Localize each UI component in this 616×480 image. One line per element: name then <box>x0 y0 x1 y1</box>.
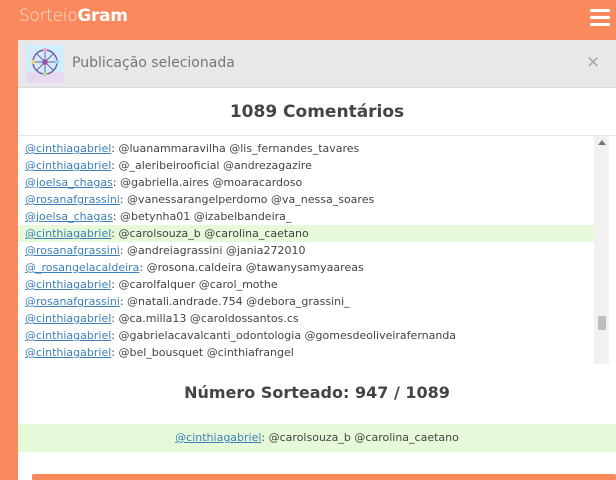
drawn-number: Número Sorteado: 947 / 1089 <box>184 383 450 402</box>
comment-user-link[interactable]: @cinthiagabriel <box>25 142 111 155</box>
comments-scrollbar[interactable] <box>594 136 609 364</box>
brand-light: Sorteio <box>19 6 78 26</box>
comment-user-link[interactable]: @cinthiagabriel <box>25 278 111 291</box>
comment-user-link[interactable]: @joelsa_chagas <box>25 210 113 223</box>
comment-row: @cinthiagabriel: @ca.milla13 @caroldossa… <box>18 310 594 327</box>
comment-row: @_rosangelacaldeira: @rosona.caldeira @t… <box>18 259 594 276</box>
comment-row: @cinthiagabriel: @bel_bousquet @cinthiaf… <box>18 344 594 361</box>
comment-text: : @gabriella.aires @moaracardoso <box>112 176 303 189</box>
scroll-up-arrow-icon[interactable] <box>598 140 606 145</box>
brand-bold: Gram <box>77 6 128 26</box>
comment-user-link[interactable]: @cinthiagabriel <box>25 312 111 325</box>
comment-text: : @natali.andrade.754 @debora_grassini_ <box>119 295 350 308</box>
close-icon[interactable]: ✕ <box>586 53 600 73</box>
comment-row: @joelsa_chagas: @betynha01 @izabelbandei… <box>18 208 594 225</box>
comment-row: @cinthiagabriel: @carolsouza_b @carolina… <box>18 225 594 242</box>
winner-comment-text: : @carolsouza_b @carolina_caetano <box>261 431 459 444</box>
winner-comment: @cinthiagabriel: @carolsouza_b @carolina… <box>18 424 616 452</box>
comment-row: @cinthiagabriel: @carolfalquer @carol_mo… <box>18 276 594 293</box>
panel-title: Publicação selecionada <box>72 55 235 71</box>
comment-row: @cinthiagabriel: @_aleribeirooficial @an… <box>18 157 594 174</box>
comment-text: : @betynha01 @izabelbandeira_ <box>112 210 292 223</box>
comment-text: : @rosona.caldeira @tawanysamyaareas <box>139 261 364 274</box>
comment-row: @rosanafgrassini: @vanessarangelperdomo … <box>18 191 594 208</box>
comment-row: @cinthiagabriel: @gabrielacavalcanti_odo… <box>18 327 594 344</box>
hamburger-menu-icon[interactable] <box>590 9 610 28</box>
comment-text: : @vanessarangelperdomo @va_nessa_soares <box>119 193 375 206</box>
top-bar: SorteioGram <box>0 0 616 38</box>
comment-user-link[interactable]: @cinthiagabriel <box>25 346 111 359</box>
comment-user-link[interactable]: @rosanafgrassini <box>25 193 120 206</box>
comment-text: : @carolsouza_b @carolina_caetano <box>111 227 309 240</box>
comment-row: @joelsa_chagas: @gabriella.aires @moarac… <box>18 174 594 191</box>
comment-user-link[interactable]: @cinthiagabriel <box>25 329 111 342</box>
comment-row: @cinthiagabriel: @luanammaravilha @lis_f… <box>18 140 594 157</box>
panel-header: Publicação selecionada ✕ <box>18 40 616 88</box>
comment-row: @luizafernanda90: @luizafernanda @carolm… <box>18 361 594 364</box>
comment-text: : @ca.milla13 @caroldossantos.cs <box>111 312 299 325</box>
selected-post-panel: Publicação selecionada ✕ 1089 Comentário… <box>18 40 616 480</box>
comment-user-link[interactable]: @cinthiagabriel <box>25 159 111 172</box>
brand-logo[interactable]: SorteioGram <box>19 6 128 26</box>
comment-user-link[interactable]: @_rosangelacaldeira <box>25 261 139 274</box>
comment-user-link[interactable]: @joelsa_chagas <box>25 176 113 189</box>
comment-user-link[interactable]: @cinthiagabriel <box>25 227 111 240</box>
action-button[interactable] <box>32 474 616 480</box>
comment-text: : @gabrielacavalcanti_odontologia @gomes… <box>111 329 457 342</box>
comments-count-title: 1089 Comentários <box>229 102 405 122</box>
comment-text: : @andreiagrassini @jania272010 <box>119 244 306 257</box>
comments-rows: @cinthiagabriel: @luanammaravilha @lis_f… <box>18 140 594 364</box>
scrollbar-thumb[interactable] <box>598 316 606 330</box>
comment-row: @rosanafgrassini: @andreiagrassini @jani… <box>18 242 594 259</box>
comments-list[interactable]: @cinthiagabriel: @luanammaravilha @lis_f… <box>18 135 616 364</box>
comment-user-link[interactable]: @rosanafgrassini <box>25 295 120 308</box>
comment-user-link[interactable]: @luizafernanda90 <box>25 363 125 364</box>
winner-user-link[interactable]: @cinthiagabriel <box>175 431 261 444</box>
comment-text: : @carolfalquer @carol_mothe <box>111 278 278 291</box>
comment-text: : @_aleribeirooficial @andrezagazire <box>111 159 312 172</box>
post-thumbnail <box>26 45 64 83</box>
comment-text: : @luizafernanda @carolmb5247 <box>125 363 305 364</box>
comment-user-link[interactable]: @rosanafgrassini <box>25 244 120 257</box>
comment-row: @rosanafgrassini: @natali.andrade.754 @d… <box>18 293 594 310</box>
comment-text: : @luanammaravilha @lis_fernandes_tavare… <box>111 142 360 155</box>
comment-text: : @bel_bousquet @cinthiafrangel <box>111 346 294 359</box>
